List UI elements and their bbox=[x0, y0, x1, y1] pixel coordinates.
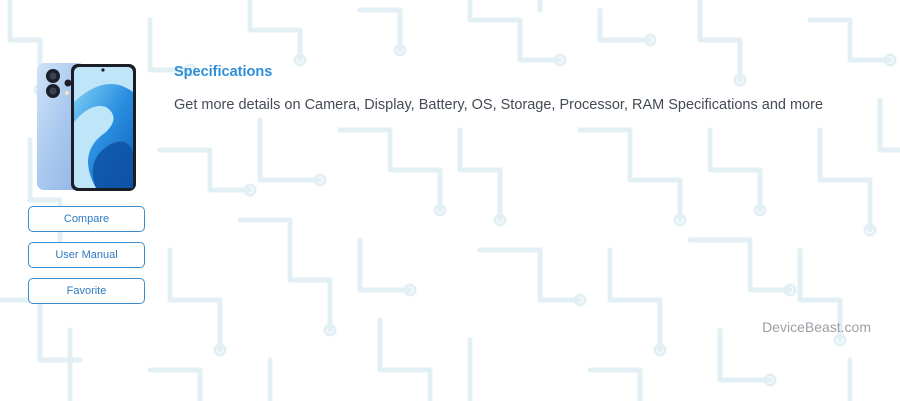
user-manual-button-label: User Manual bbox=[55, 249, 118, 261]
user-manual-button[interactable]: User Manual bbox=[28, 242, 145, 268]
favorite-button[interactable]: Favorite bbox=[28, 278, 145, 304]
device-image bbox=[36, 62, 138, 192]
phone-icon bbox=[37, 63, 136, 191]
compare-button-label: Compare bbox=[63, 213, 110, 225]
page-content: Compare User Manual Favorite Specificati… bbox=[0, 0, 900, 401]
specifications-description: Get more details on Camera, Display, Bat… bbox=[174, 97, 824, 113]
specifications-link[interactable]: Specifications bbox=[174, 64, 272, 80]
favorite-button-label: Favorite bbox=[66, 285, 107, 297]
site-watermark: DeviceBeast.com bbox=[762, 319, 871, 335]
compare-button[interactable]: Compare bbox=[28, 206, 145, 232]
